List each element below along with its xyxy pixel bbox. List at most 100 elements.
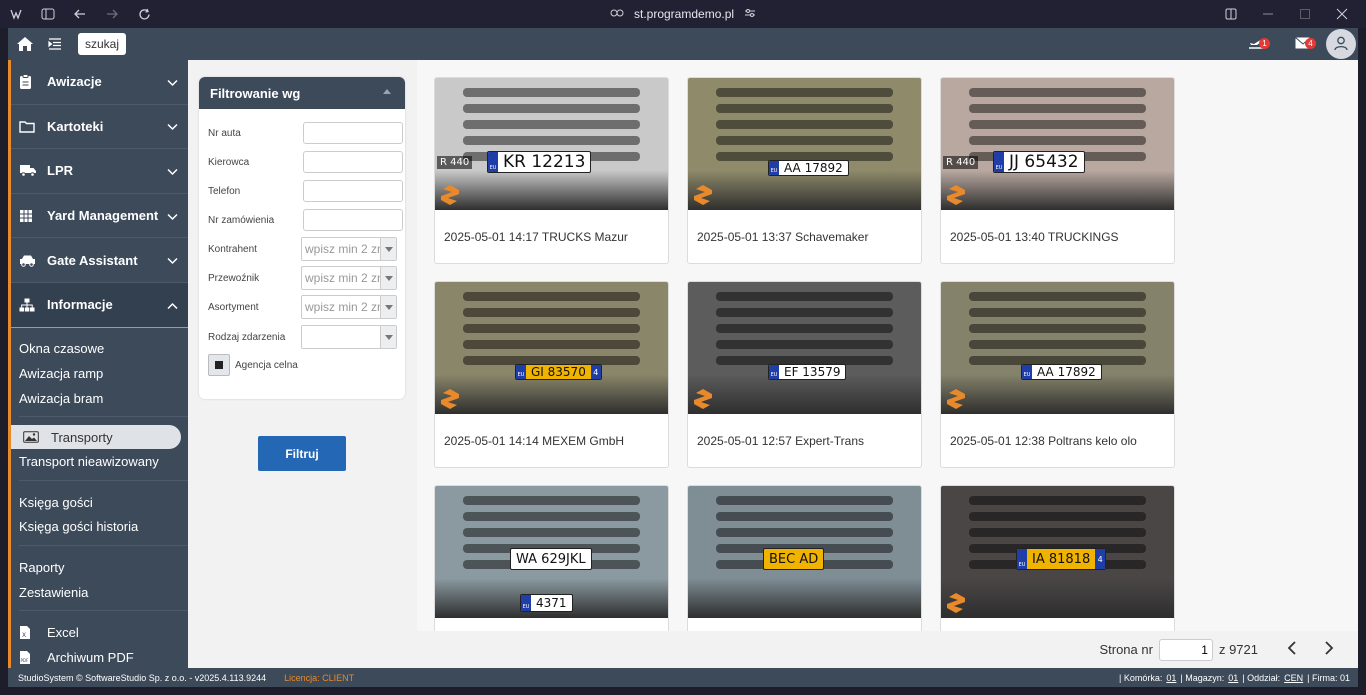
truck-photo[interactable]: BEC AD	[688, 486, 921, 618]
next-page-button[interactable]	[1310, 635, 1348, 665]
page-number-input[interactable]	[1158, 638, 1213, 661]
close-icon[interactable]	[1323, 0, 1360, 28]
eu-flag-icon: EU	[516, 365, 526, 379]
sidebar-item-okna-czasowe[interactable]: Okna czasowe	[19, 337, 188, 362]
status-footer: StudioSystem © SoftwareStudio Sp. z o.o.…	[8, 668, 1358, 687]
transport-card[interactable]: R 440 EU JJ 65432 2025-05-01 13:40 TRUCKING…	[940, 77, 1175, 264]
field-label: Kierowca	[208, 156, 250, 168]
truck-icon	[19, 164, 41, 178]
truck-photo[interactable]: EU GI 83570 4	[435, 282, 668, 414]
transport-card[interactable]: R 440 EU KR 12213 2025-05-01 14:17 TRUCKS M…	[434, 77, 669, 264]
grille-slat	[462, 528, 641, 537]
sidebar-section-lpr[interactable]: LPR	[11, 149, 188, 194]
truck-photo[interactable]: EU EF 13579	[688, 282, 921, 414]
address-bar[interactable]: st.programdemo.pl	[610, 0, 756, 28]
magazyn-value[interactable]: 01	[1228, 673, 1238, 683]
split-view-icon[interactable]	[1212, 0, 1249, 28]
sidebar-item-awizacja-ramp[interactable]: Awizacja ramp	[19, 361, 188, 386]
transport-card[interactable]: BEC AD	[687, 485, 922, 631]
sidebar-toggle-icon[interactable]	[32, 0, 64, 28]
sidebar-item-ksiega-historia[interactable]: Księga gości historia	[19, 515, 188, 540]
link-icon	[610, 7, 624, 21]
collapse-icon[interactable]	[383, 89, 391, 94]
search-button[interactable]: szukaj	[78, 33, 127, 55]
user-avatar[interactable]	[1326, 29, 1356, 59]
grille-slat	[968, 528, 1147, 537]
transport-card[interactable]: EU EF 13579 2025-05-01 12:57 Expert-Trans	[687, 281, 922, 468]
przewoznik-combobox[interactable]: wpisz min 2 znaki	[301, 266, 397, 290]
sidebar-item-zestawienia[interactable]: Zestawienia	[19, 580, 188, 605]
field-label: Telefon	[208, 185, 241, 197]
license-plate: BEC AD	[763, 548, 825, 570]
dropdown-arrow-icon[interactable]	[380, 238, 396, 260]
grille-slat	[715, 120, 894, 129]
back-icon[interactable]	[64, 0, 96, 28]
sidebar-item-transporty[interactable]: Transporty	[11, 425, 181, 450]
oddzial-value[interactable]: CEN	[1284, 673, 1303, 683]
transport-card[interactable]: EU IA 81818 4	[940, 485, 1175, 631]
eu-flag-icon: EU	[1022, 365, 1032, 379]
minimize-icon[interactable]	[1249, 0, 1286, 28]
prev-page-button[interactable]	[1272, 635, 1310, 665]
telefon-input[interactable]	[303, 180, 403, 202]
nr-auta-input[interactable]	[303, 122, 403, 144]
grille-slat	[968, 308, 1147, 317]
truck-photo[interactable]: EU IA 81818 4	[941, 486, 1174, 618]
eu-flag-icon: EU	[521, 595, 531, 611]
field-label: Asortyment	[208, 301, 259, 313]
truck-photo[interactable]: WA 629JKL EU 4371	[435, 486, 668, 618]
sidebar-item-archiwum-pdf[interactable]: PDF Archiwum PDF	[19, 645, 188, 670]
combo-placeholder: wpisz min 2 znaki	[305, 271, 380, 285]
transport-card[interactable]: EU AA 17892 2025-05-01 12:38 Poltrans kelo…	[940, 281, 1175, 468]
truck-photo[interactable]: R 440 EU KR 12213	[435, 78, 668, 210]
sidebar-item-raporty[interactable]: Raporty	[19, 555, 188, 580]
filtruj-button[interactable]: Filtruj	[258, 436, 346, 471]
komorka-value[interactable]: 01	[1166, 673, 1176, 683]
transport-card[interactable]: WA 629JKL EU 4371	[434, 485, 669, 631]
grille-slat	[715, 512, 894, 521]
dropdown-arrow-icon[interactable]	[380, 326, 396, 348]
sidebar-section-gate[interactable]: Gate Assistant	[11, 238, 188, 283]
agencja-celna-checkbox[interactable]	[208, 354, 230, 376]
messages-button[interactable]: 4	[1280, 28, 1326, 60]
browser-menu-icon[interactable]	[0, 0, 32, 28]
grille-slat	[462, 512, 641, 521]
kierowca-input[interactable]	[303, 151, 403, 173]
sidebar-section-kartoteki[interactable]: Kartoteki	[11, 105, 188, 150]
sidebar-section-label: Kartoteki	[47, 118, 104, 134]
reload-icon[interactable]	[128, 0, 160, 28]
notifications-button[interactable]: 1	[1234, 28, 1280, 60]
sidebar-item-awizacja-bram[interactable]: Awizacja bram	[19, 386, 188, 411]
nr-zamowienia-input[interactable]	[303, 209, 403, 231]
asortyment-combobox[interactable]: wpisz min 2 znaki	[301, 295, 397, 319]
rodzaj-zdarzenia-combobox[interactable]	[301, 325, 397, 349]
truck-photo[interactable]: R 440 EU JJ 65432	[941, 78, 1174, 210]
sidebar-section-awizacje[interactable]: Awizacje	[11, 60, 188, 105]
sidebar-item-label: Transporty	[51, 429, 113, 445]
card-caption: 2025-05-01 14:17 TRUCKS Mazur	[444, 229, 628, 244]
grille-slat	[462, 292, 641, 301]
truck-photo[interactable]: EU AA 17892	[688, 78, 921, 210]
truck-photo[interactable]: EU AA 17892	[941, 282, 1174, 414]
transport-card[interactable]: EU GI 83570 4 2025-05-01 14:14 MEXEM GmbH	[434, 281, 669, 468]
kontrahent-combobox[interactable]: wpisz min 2 znaki	[301, 237, 397, 261]
forward-icon[interactable]	[96, 0, 128, 28]
sidebar-item-ksiega-gosci[interactable]: Księga gości	[19, 490, 188, 515]
maximize-icon[interactable]	[1286, 0, 1323, 28]
menu-collapse-icon[interactable]	[40, 28, 70, 60]
home-icon[interactable]	[10, 28, 40, 60]
softwarestudio-logo-icon	[947, 593, 965, 613]
chevron-right-icon	[1324, 641, 1334, 658]
field-label: Nr auta	[208, 127, 241, 139]
sidebar-section-yard[interactable]: Yard Management	[11, 194, 188, 239]
sidebar-item-excel[interactable]: X Excel	[19, 620, 188, 645]
license-plate: EU JJ 65432	[993, 151, 1085, 173]
dropdown-arrow-icon[interactable]	[380, 296, 396, 318]
grille-slat	[715, 528, 894, 537]
sidebar-item-transport-nieawizowany[interactable]: Transport nieawizowany	[19, 449, 188, 474]
transport-card[interactable]: EU AA 17892 2025-05-01 13:37 Schavemaker	[687, 77, 922, 264]
tune-icon[interactable]	[744, 7, 756, 21]
sidebar-section-informacje[interactable]: Informacje	[11, 282, 188, 328]
dropdown-arrow-icon[interactable]	[380, 267, 396, 289]
filter-header[interactable]: Filtrowanie wg	[199, 77, 405, 109]
